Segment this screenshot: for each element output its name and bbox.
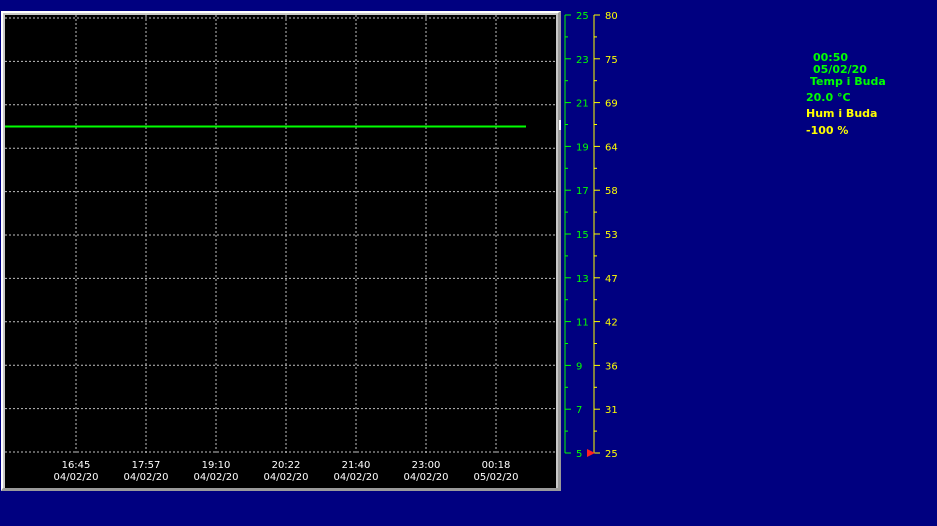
left-axis-label: 25 [576,11,589,22]
x-tick-label: 19:10 04/02/20 [181,460,251,484]
x-tick-label: 20:22 04/02/20 [251,460,321,484]
x-tick-time: 16:45 [61,460,91,471]
right-axis-label: 42 [605,318,618,329]
right-axis-label: 75 [605,55,618,66]
left-axis-label: 15 [576,230,589,241]
right-axis-label: 36 [605,361,618,372]
x-tick-label: 23:00 04/02/20 [391,460,461,484]
x-tick-date: 04/02/20 [263,472,309,483]
x-tick-label: 16:45 04/02/20 [41,460,111,484]
x-tick-date: 04/02/20 [403,472,449,483]
x-tick-time: 00:18 [481,460,511,471]
humidity-marker [587,449,595,457]
readout-hum-value: -100 % [806,124,849,137]
plot-svg [5,15,556,455]
left-axis-label: 19 [576,142,589,153]
x-tick-date: 05/02/20 [473,472,519,483]
right-axis-label: 47 [605,274,618,285]
left-axis-label: 11 [576,318,589,329]
right-axis-label: 64 [605,142,618,153]
time-axis: 16:45 04/02/20 17:57 04/02/20 19:10 04/02/20 2… [5,455,556,488]
left-axis-label: 13 [576,274,589,285]
readout-temp-value: 20.0 °C [806,91,851,104]
x-tick-date: 04/02/20 [193,472,239,483]
x-tick-time: 20:22 [271,460,301,471]
left-axis-label: 7 [576,405,582,416]
right-axis-label: 25 [605,449,618,460]
x-tick-date: 04/02/20 [333,472,379,483]
readout-temp-label: Temp i Buda [810,75,886,88]
left-axis-label: 5 [576,449,582,460]
right-axis-label: 31 [605,405,618,416]
right-axis-label: 58 [605,186,618,197]
x-tick-time: 23:00 [411,460,441,471]
x-tick-label: 17:57 04/02/20 [111,460,181,484]
x-tick-label: 21:40 04/02/20 [321,460,391,484]
left-axis-label: 21 [576,99,589,110]
x-tick-time: 21:40 [341,460,371,471]
x-tick-date: 04/02/20 [123,472,169,483]
right-axis-label: 80 [605,11,618,22]
readout-hum-label: Hum i Buda [806,107,878,120]
left-axis-label: 23 [576,55,589,66]
right-axis-label: 69 [605,99,618,110]
x-tick-date: 04/02/20 [53,472,99,483]
left-axis-label: 17 [576,186,589,197]
plot-area[interactable] [5,15,556,455]
x-tick-label: 00:18 05/02/20 [461,460,531,484]
left-axis-label: 9 [576,361,582,372]
x-tick-time: 17:57 [131,460,161,471]
right-axis-label: 53 [605,230,618,241]
x-tick-time: 19:10 [201,460,231,471]
